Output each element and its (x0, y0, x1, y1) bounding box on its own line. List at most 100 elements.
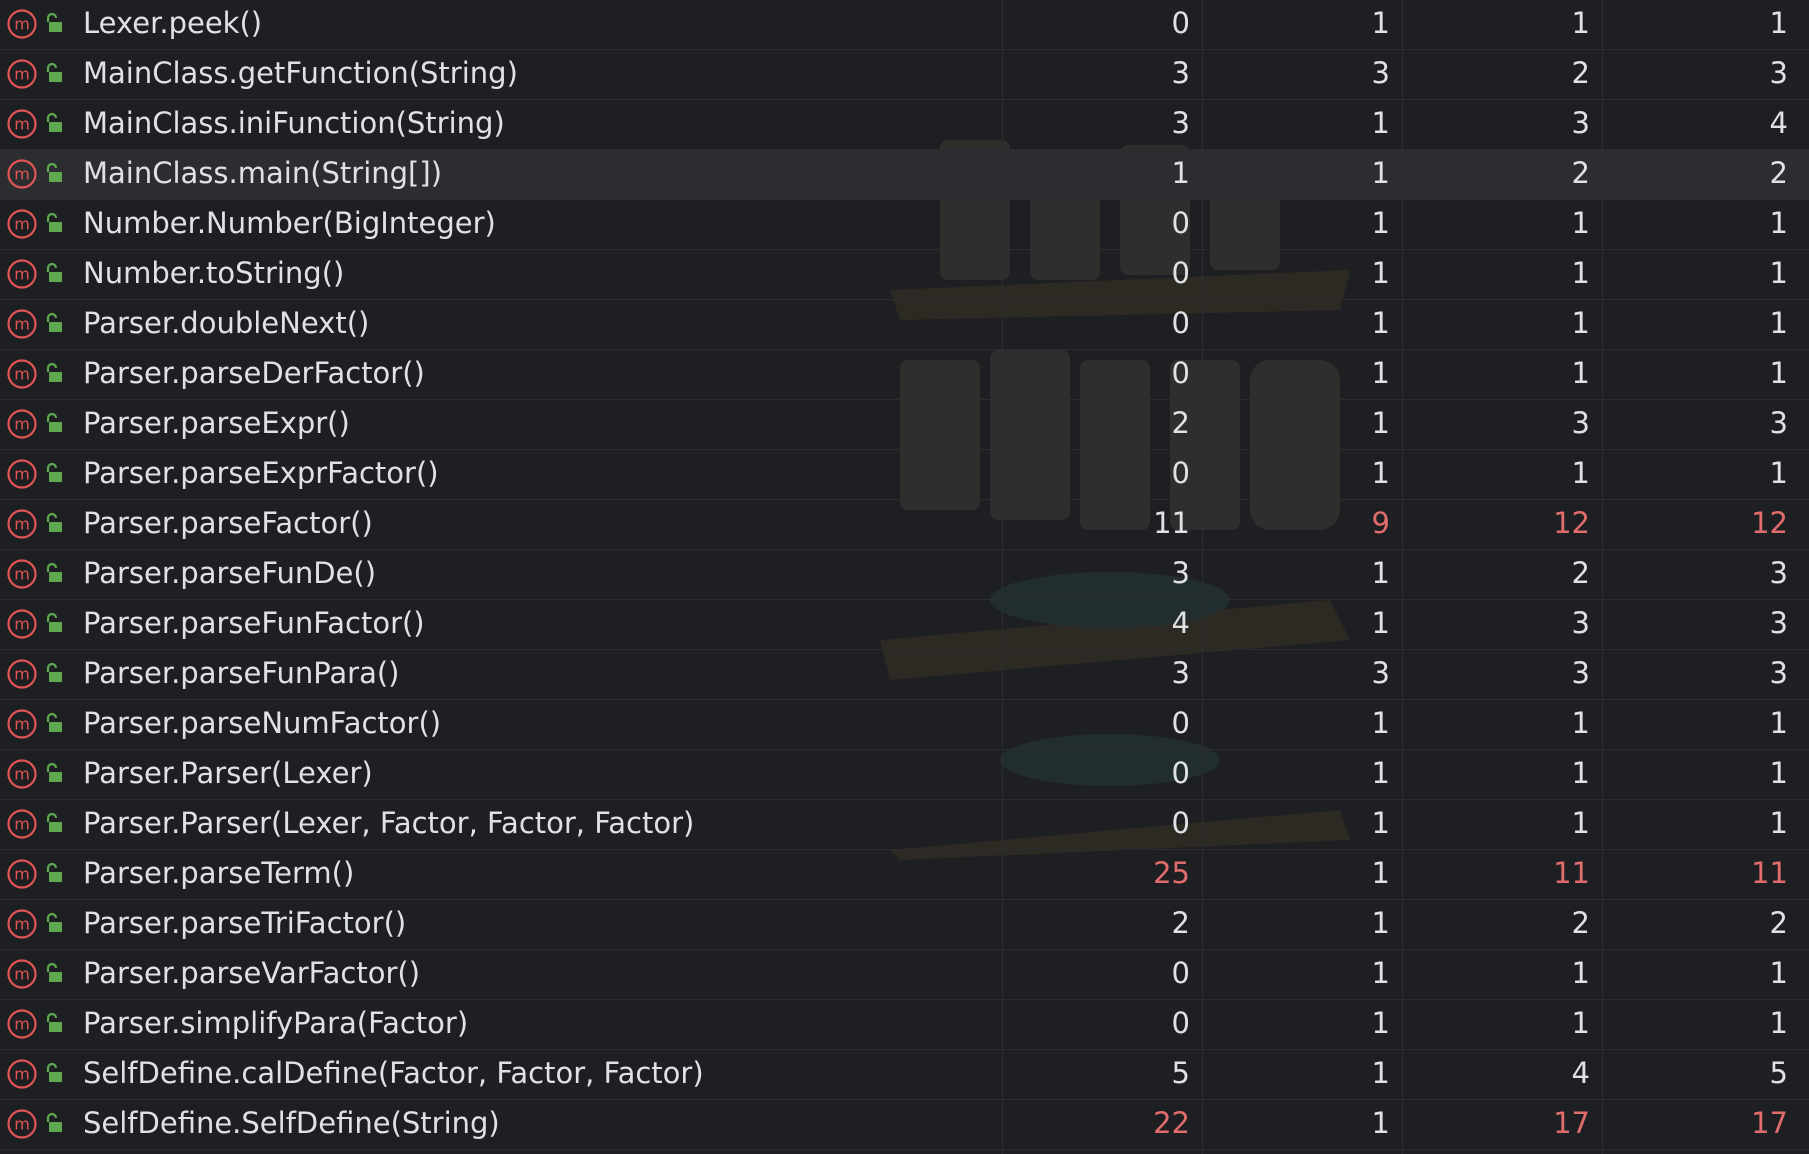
table-row[interactable]: m MainClass.main(String[]) 1 1 2 2 (0, 150, 1809, 200)
method-m-icon: m (7, 659, 37, 689)
svg-text:m: m (14, 565, 30, 584)
metric-value-cell: 3 (1571, 656, 1590, 690)
method-m-icon: m (7, 209, 37, 239)
svg-text:m: m (14, 15, 30, 34)
table-row[interactable]: m MainClass.iniFunction(String) 3 1 3 4 (0, 100, 1809, 150)
method-name-cell: Parser.parseFunDe() (83, 556, 377, 590)
method-m-icon: m (7, 359, 37, 389)
table-row[interactable]: m Number.toString() 0 1 1 1 (0, 250, 1809, 300)
metric-value-cell: 2 (1571, 156, 1590, 190)
metric-value-cell: 1 (1571, 706, 1590, 740)
method-m-icon: m (7, 759, 37, 789)
public-lock-icon (46, 1012, 62, 1032)
metric-value-cell: 1 (1371, 856, 1390, 890)
method-m-icon: m (7, 459, 37, 489)
metric-value-cell: 11 (1751, 856, 1788, 890)
method-m-icon: m (7, 609, 37, 639)
table-row[interactable]: m Parser.Parser(Lexer, Factor, Factor, F… (0, 800, 1809, 850)
svg-text:m: m (14, 415, 30, 434)
metric-value-cell: 0 (1171, 456, 1190, 490)
metric-value-cell: 1 (1371, 1056, 1390, 1090)
metric-value-cell: 0 (1171, 756, 1190, 790)
public-lock-icon (46, 562, 62, 582)
method-m-icon: m (7, 559, 37, 589)
table-row[interactable]: m Parser.parseNumFactor() 0 1 1 1 (0, 700, 1809, 750)
metric-value-cell: 5 (1769, 1056, 1788, 1090)
table-row[interactable]: m Parser.parseDerFactor() 0 1 1 1 (0, 350, 1809, 400)
method-name-cell: Parser.parseFunFactor() (83, 606, 425, 640)
table-row[interactable]: m Parser.parseVarFactor() 0 1 1 1 (0, 950, 1809, 1000)
metric-value-cell: 1 (1371, 156, 1390, 190)
method-name-cell: Parser.parseFunPara() (83, 656, 400, 690)
table-row[interactable]: m Parser.parseTerm() 25 1 11 11 (0, 850, 1809, 900)
metric-value-cell: 1 (1571, 456, 1590, 490)
metric-value-cell: 0 (1171, 806, 1190, 840)
svg-text:m: m (14, 915, 30, 934)
public-lock-icon (46, 912, 62, 932)
metrics-table: m Lexer.peek() 0111 m MainClass.getFunct… (0, 0, 1809, 1154)
table-row[interactable]: m Parser.parseTriFactor() 2 1 2 2 (0, 900, 1809, 950)
metric-value-cell: 0 (1171, 306, 1190, 340)
method-name-cell: Parser.parseVarFactor() (83, 956, 421, 990)
table-row[interactable]: m Parser.parseFactor() 11 9 12 12 (0, 500, 1809, 550)
metric-value-cell: 0 (1171, 1006, 1190, 1040)
table-row[interactable]: m SelfDefine.SelfDefine(String) 22 1 17 17 (0, 1100, 1809, 1150)
metric-value-cell: 2 (1571, 556, 1590, 590)
method-m-icon: m (7, 1109, 37, 1139)
metric-value-cell: 1 (1769, 806, 1788, 840)
table-row[interactable]: m Lexer.peek() 0 1 1 1 (0, 0, 1809, 50)
public-lock-icon (46, 412, 62, 432)
public-lock-icon (46, 312, 62, 332)
metric-value-cell: 0 (1171, 256, 1190, 290)
svg-text:m: m (14, 115, 30, 134)
table-row[interactable]: m Parser.parseExpr() 2 1 3 3 (0, 400, 1809, 450)
table-row[interactable]: m Parser.parseExprFactor() 0 1 1 1 (0, 450, 1809, 500)
public-lock-icon (46, 262, 62, 282)
method-name-cell: MainClass.iniFunction(String) (83, 106, 505, 140)
method-m-icon: m (7, 1059, 37, 1089)
metric-value-cell: 5 (1171, 1056, 1190, 1090)
metric-value-cell: 12 (1751, 506, 1788, 540)
method-m-icon: m (7, 59, 37, 89)
metric-value-cell: 3 (1171, 556, 1190, 590)
table-row[interactable]: m SelfDefine.calDefine(Factor, Factor, F… (0, 1050, 1809, 1100)
method-m-icon: m (7, 509, 37, 539)
table-row[interactable]: m Number.Number(BigInteger) 0 1 1 1 (0, 200, 1809, 250)
method-name-cell: Lexer.peek() (83, 6, 263, 40)
method-m-icon: m (7, 709, 37, 739)
table-row[interactable]: m MainClass.getFunction(String) 3 3 2 3 (0, 50, 1809, 100)
public-lock-icon (46, 512, 62, 532)
table-row[interactable]: m Parser.parseFunDe() 3 1 2 3 (0, 550, 1809, 600)
metric-value-cell: 1 (1171, 156, 1190, 190)
table-row[interactable]: m Parser.doubleNext() 0 1 1 1 (0, 300, 1809, 350)
public-lock-icon (46, 62, 62, 82)
method-m-icon: m (7, 809, 37, 839)
method-m-icon: m (7, 309, 37, 339)
metric-value-cell: 2 (1171, 406, 1190, 440)
method-name-cell: Parser.parseDerFactor() (83, 356, 425, 390)
svg-text:m: m (14, 965, 30, 984)
table-row[interactable]: m Parser.parseFunPara() 3 3 3 3 (0, 650, 1809, 700)
metric-value-cell: 22 (1153, 1106, 1190, 1140)
metric-value-cell: 1 (1571, 1006, 1590, 1040)
metric-value-cell: 17 (1751, 1106, 1788, 1140)
metric-value-cell: 3 (1171, 656, 1190, 690)
method-name-cell: Parser.parseFactor() (83, 506, 373, 540)
method-name-cell: Parser.Parser(Lexer, Factor, Factor, Fac… (83, 806, 695, 840)
metric-value-cell: 1 (1769, 6, 1788, 40)
metric-value-cell: 4 (1769, 106, 1788, 140)
svg-text:m: m (14, 1065, 30, 1084)
metric-value-cell: 3 (1769, 556, 1788, 590)
metric-value-cell: 1 (1371, 306, 1390, 340)
public-lock-icon (46, 612, 62, 632)
table-row[interactable]: m Parser.simplifyPara(Factor) 0 1 1 1 (0, 1000, 1809, 1050)
metric-value-cell: 3 (1171, 106, 1190, 140)
metric-value-cell: 3 (1571, 606, 1590, 640)
table-row[interactable]: m Parser.parseFunFactor() 4 1 3 3 (0, 600, 1809, 650)
method-name-cell: Parser.parseTerm() (83, 856, 355, 890)
metric-value-cell: 9 (1371, 506, 1390, 540)
metric-value-cell: 3 (1769, 56, 1788, 90)
metric-value-cell: 1 (1371, 256, 1390, 290)
table-row[interactable]: m Parser.Parser(Lexer) 0 1 1 1 (0, 750, 1809, 800)
svg-text:m: m (14, 615, 30, 634)
